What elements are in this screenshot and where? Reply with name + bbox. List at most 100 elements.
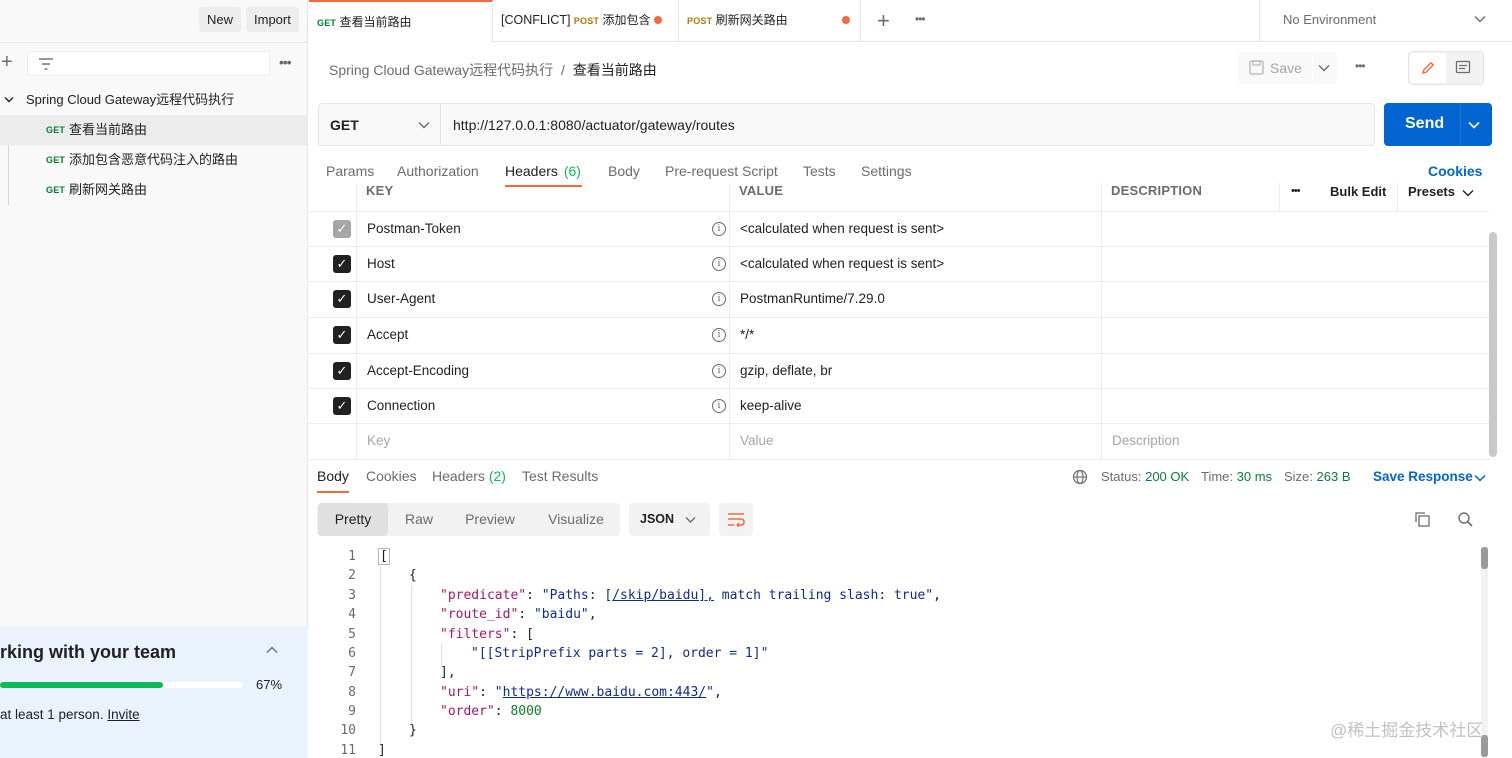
info-icon[interactable]: i: [712, 328, 726, 342]
chevron-down-icon[interactable]: [1318, 64, 1330, 72]
sidebar-item-request[interactable]: GET 查看当前路由: [0, 115, 308, 145]
checkbox[interactable]: ✓: [333, 397, 351, 415]
size-value[interactable]: 263 B: [1317, 469, 1351, 484]
checkbox[interactable]: ✓: [333, 290, 351, 308]
more-options-icon[interactable]: •••: [1291, 185, 1301, 197]
response-tab-cookies[interactable]: Cookies: [366, 468, 417, 484]
progress-bar: [0, 682, 243, 688]
view-preview[interactable]: Preview: [452, 503, 528, 536]
collection-item[interactable]: Spring Cloud Gateway远程代码执行: [0, 85, 308, 115]
new-value-input[interactable]: Value: [740, 424, 774, 458]
status-value[interactable]: 200 OK: [1145, 469, 1189, 484]
line-number: 1: [348, 549, 356, 564]
view-raw[interactable]: Raw: [392, 503, 446, 536]
checkbox[interactable]: ✓: [333, 220, 351, 238]
response-tab-body[interactable]: Body: [317, 468, 349, 484]
method-badge: GET: [46, 185, 66, 195]
tab-headers[interactable]: Headers (6): [505, 163, 581, 179]
active-tab-underline: [505, 185, 582, 187]
tab-authorization[interactable]: Authorization: [397, 163, 479, 179]
more-options-icon[interactable]: •••: [1355, 59, 1366, 73]
new-description-input[interactable]: Description: [1112, 424, 1180, 458]
bulk-edit-button[interactable]: Bulk Edit: [1330, 184, 1386, 199]
info-icon[interactable]: i: [712, 399, 726, 413]
wrap-lines-button[interactable]: [719, 503, 753, 536]
line-number: 2: [348, 568, 356, 583]
tab-tests[interactable]: Tests: [803, 163, 836, 179]
header-key: Accept-Encoding: [367, 363, 470, 378]
checkbox[interactable]: ✓: [333, 326, 351, 344]
view-pretty[interactable]: Pretty: [318, 503, 388, 536]
breadcrumb-collection[interactable]: Spring Cloud Gateway远程代码执行: [329, 62, 553, 78]
tab-label: 刷新网关路由: [715, 13, 788, 27]
response-tab-headers[interactable]: Headers (2): [432, 468, 506, 484]
response-tab-test-results[interactable]: Test Results: [522, 468, 598, 484]
sidebar-item-request[interactable]: GET 添加包含恶意代码注入的路由: [0, 145, 308, 175]
info-icon[interactable]: i: [712, 364, 726, 378]
save-button[interactable]: Save: [1270, 60, 1302, 76]
add-tab-icon[interactable]: +: [877, 8, 890, 34]
new-key-input[interactable]: Key: [367, 424, 390, 458]
search-icon[interactable]: [1457, 511, 1474, 528]
count-badge: (6): [563, 163, 581, 179]
tab-pre-request-script[interactable]: Pre-request Script: [665, 163, 778, 179]
info-icon[interactable]: i: [712, 292, 726, 306]
invite-link[interactable]: Invite: [107, 707, 139, 722]
plus-icon[interactable]: +: [1, 52, 13, 72]
info-icon[interactable]: i: [712, 222, 726, 236]
filter-icon[interactable]: [38, 57, 54, 71]
checkbox[interactable]: ✓: [333, 255, 351, 273]
info-icon[interactable]: i: [712, 257, 726, 271]
cookies-link[interactable]: Cookies: [1428, 163, 1482, 179]
size-label: Size:: [1284, 469, 1313, 484]
scrollbar[interactable]: [1489, 232, 1497, 457]
sidebar-item-request[interactable]: GET 刷新网关路由: [0, 175, 308, 205]
new-button[interactable]: New: [199, 7, 242, 32]
presets-button[interactable]: Presets: [1408, 184, 1455, 199]
more-options-icon[interactable]: •••: [279, 54, 292, 70]
divider: [1312, 52, 1313, 84]
line-number: 6: [348, 646, 356, 661]
import-button[interactable]: Import: [246, 7, 299, 32]
team-panel-title: rking with your team: [0, 642, 177, 662]
comment-icon[interactable]: [1455, 60, 1471, 76]
chevron-down-icon[interactable]: [1474, 474, 1486, 482]
method-select[interactable]: GET: [318, 103, 441, 146]
chevron-up-icon[interactable]: [266, 646, 278, 654]
filter-search-input[interactable]: [27, 51, 270, 76]
send-button[interactable]: Send: [1384, 103, 1492, 146]
save-icon[interactable]: [1249, 60, 1264, 75]
chevron-down-icon: [685, 517, 696, 523]
scrollbar-thumb[interactable]: [1481, 547, 1488, 569]
copy-icon[interactable]: [1414, 511, 1431, 528]
view-visualize[interactable]: Visualize: [536, 503, 616, 536]
save-response-button[interactable]: Save Response: [1373, 469, 1473, 484]
environment-selector[interactable]: No Environment: [1283, 12, 1376, 27]
chevron-down-icon[interactable]: [4, 96, 14, 104]
tab-body[interactable]: Body: [608, 163, 640, 179]
chevron-down-icon[interactable]: [1474, 15, 1486, 23]
tab-params[interactable]: Params: [326, 163, 374, 179]
line-number: 3: [348, 588, 356, 603]
tree-guide: [8, 145, 9, 205]
checkbox[interactable]: ✓: [333, 362, 351, 380]
tab-request[interactable]: POST 刷新网关路由: [679, 0, 861, 42]
chevron-down-icon[interactable]: [1462, 189, 1474, 197]
view-toggle: [1408, 51, 1484, 85]
edit-mode-button[interactable]: [1410, 53, 1446, 83]
more-tabs-icon[interactable]: •••: [915, 12, 926, 26]
tab-request[interactable]: [CONFLICT] POST 添加包含: [493, 0, 679, 42]
format-select[interactable]: JSON: [629, 503, 710, 536]
chevron-down-icon[interactable]: [1468, 121, 1480, 129]
header-key: User-Agent: [367, 291, 436, 306]
line-number: 10: [340, 723, 356, 738]
tab-request[interactable]: GET 查看当前路由: [309, 0, 493, 42]
globe-icon[interactable]: [1072, 469, 1088, 485]
tab-settings[interactable]: Settings: [861, 163, 912, 179]
response-time: Time: 30 ms: [1201, 469, 1272, 484]
time-value[interactable]: 30 ms: [1237, 469, 1272, 484]
breadcrumb: Spring Cloud Gateway远程代码执行 / 查看当前路由: [329, 60, 657, 80]
line-number: 4: [348, 607, 356, 622]
url-input[interactable]: http://127.0.0.1:8080/actuator/gateway/r…: [441, 103, 1375, 146]
code-line: [: [378, 548, 390, 565]
